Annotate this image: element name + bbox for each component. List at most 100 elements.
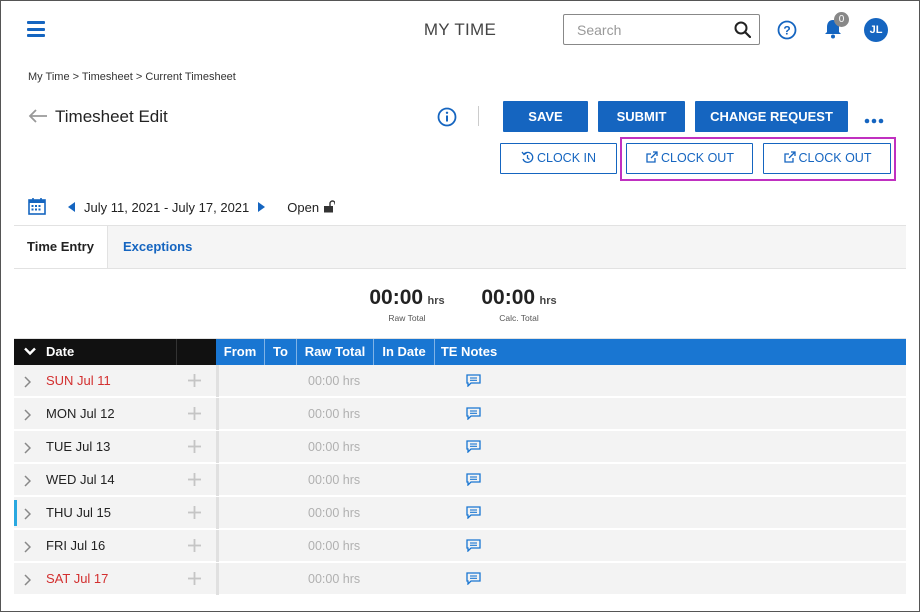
column-separator [216,530,219,562]
table-row[interactable]: SUN Jul 11 00:00 hrs [14,365,906,397]
unlocked-icon [323,199,336,216]
row-raw-total: 00:00 hrs [308,539,361,553]
column-separator [216,563,219,595]
raw-total-summary: 00:00 hrs Raw Total [366,286,448,323]
notes-comment-icon[interactable] [466,440,481,458]
period-selector: July 11, 2021 - July 17, 2021 Open [28,197,336,218]
column-from[interactable]: From [216,339,265,365]
chevron-right-icon[interactable] [24,573,32,591]
page-title: Timesheet Edit [55,107,168,126]
column-separator [216,464,219,496]
column-add [176,339,216,365]
chevron-right-icon[interactable] [24,507,32,525]
period-status: Open [287,200,320,215]
back-arrow-icon[interactable] [28,109,48,128]
clock-in-icon [521,151,534,163]
chevron-right-icon[interactable] [24,408,32,426]
row-date: THU Jul 15 [46,505,112,520]
hamburger-menu-icon[interactable] [27,21,45,37]
tab-exceptions[interactable]: Exceptions [123,226,192,268]
notification-count-badge: 0 [834,12,849,27]
external-link-icon [783,151,796,163]
clock-out-label: CLOCK OUT [661,151,734,165]
calc-total-caption: Calc. Total [499,313,539,323]
add-entry-icon[interactable] [188,539,201,557]
tab-time-entry[interactable]: Time Entry [14,226,108,268]
chevron-right-icon[interactable] [24,540,32,558]
info-icon[interactable] [437,107,457,132]
previous-period-icon[interactable] [68,200,75,215]
column-separator [216,365,219,397]
row-raw-total: 00:00 hrs [308,407,361,421]
table-row[interactable]: SAT Jul 17 00:00 hrs [14,563,906,595]
submit-button[interactable]: SUBMIT [598,101,685,132]
notes-comment-icon[interactable] [466,572,481,590]
column-separator [216,398,219,430]
search-icon[interactable] [734,21,752,43]
column-separator [216,431,219,463]
row-raw-total: 00:00 hrs [308,572,361,586]
raw-total-value: 00:00 [369,286,424,309]
clock-in-label: CLOCK IN [536,151,597,165]
breadcrumb[interactable]: My Time > Timesheet > Current Timesheet [28,71,236,83]
add-entry-icon[interactable] [188,407,201,425]
next-period-icon[interactable] [258,200,266,215]
add-entry-icon[interactable] [188,572,201,590]
row-date: MON Jul 12 [46,406,115,421]
table-row[interactable]: THU Jul 15 00:00 hrs [14,497,906,529]
clock-in-button[interactable]: CLOCK IN [500,143,617,174]
notes-comment-icon[interactable] [466,506,481,524]
chevron-down-icon[interactable] [24,347,36,356]
toolbar-divider [478,106,479,126]
column-in-date[interactable]: In Date [374,339,435,365]
add-entry-icon[interactable] [188,473,201,491]
raw-total-caption: Raw Total [388,313,426,323]
row-date: SAT Jul 17 [46,571,109,586]
clock-out-button-secondary[interactable]: CLOCK OUT [763,143,891,174]
column-to[interactable]: To [265,339,297,365]
raw-total-unit: hrs [427,295,445,307]
save-button[interactable]: SAVE [503,101,588,132]
current-day-indicator [14,500,17,526]
notes-comment-icon[interactable] [466,539,481,557]
calc-total-summary: 00:00 hrs Calc. Total [478,286,560,323]
table-row[interactable]: MON Jul 12 00:00 hrs [14,398,906,430]
calc-total-value: 00:00 [481,286,536,309]
change-request-button[interactable]: CHANGE REQUEST [695,101,848,132]
table-row[interactable]: TUE Jul 13 00:00 hrs [14,431,906,463]
svg-text:?: ? [783,24,790,38]
search-input[interactable] [564,15,724,44]
column-date-label: Date [46,344,75,359]
notes-comment-icon[interactable] [466,473,481,491]
notes-comment-icon[interactable] [466,374,481,392]
row-date: TUE Jul 13 [46,439,111,454]
external-link-icon [646,151,658,163]
help-icon[interactable]: ? [777,20,797,45]
clock-out-button[interactable]: CLOCK OUT [626,143,753,174]
row-raw-total: 00:00 hrs [308,506,361,520]
user-avatar[interactable]: JL [864,18,888,42]
clock-out-label: CLOCK OUT [798,151,872,165]
more-options-icon[interactable] [864,111,884,129]
table-row[interactable]: FRI Jul 16 00:00 hrs [14,530,906,562]
row-raw-total: 00:00 hrs [308,473,361,487]
row-date: SUN Jul 11 [46,373,111,388]
add-entry-icon[interactable] [188,440,201,458]
calendar-icon[interactable] [28,197,46,218]
column-raw-total[interactable]: Raw Total [297,339,374,365]
chevron-right-icon[interactable] [24,474,32,492]
add-entry-icon[interactable] [188,374,201,392]
column-date[interactable]: Date [14,339,176,365]
row-date: FRI Jul 16 [46,538,106,553]
chevron-right-icon[interactable] [24,375,32,393]
table-row[interactable]: WED Jul 14 00:00 hrs [14,464,906,496]
row-date: WED Jul 14 [46,472,115,487]
column-te-notes[interactable]: TE Notes [435,339,503,365]
table-header: Date From To Raw Total In Date TE Notes [14,339,906,365]
tab-bar: Time Entry Exceptions [14,226,906,269]
search-box[interactable] [563,14,760,45]
column-separator [216,497,219,529]
add-entry-icon[interactable] [188,506,201,524]
notes-comment-icon[interactable] [466,407,481,425]
chevron-right-icon[interactable] [24,441,32,459]
